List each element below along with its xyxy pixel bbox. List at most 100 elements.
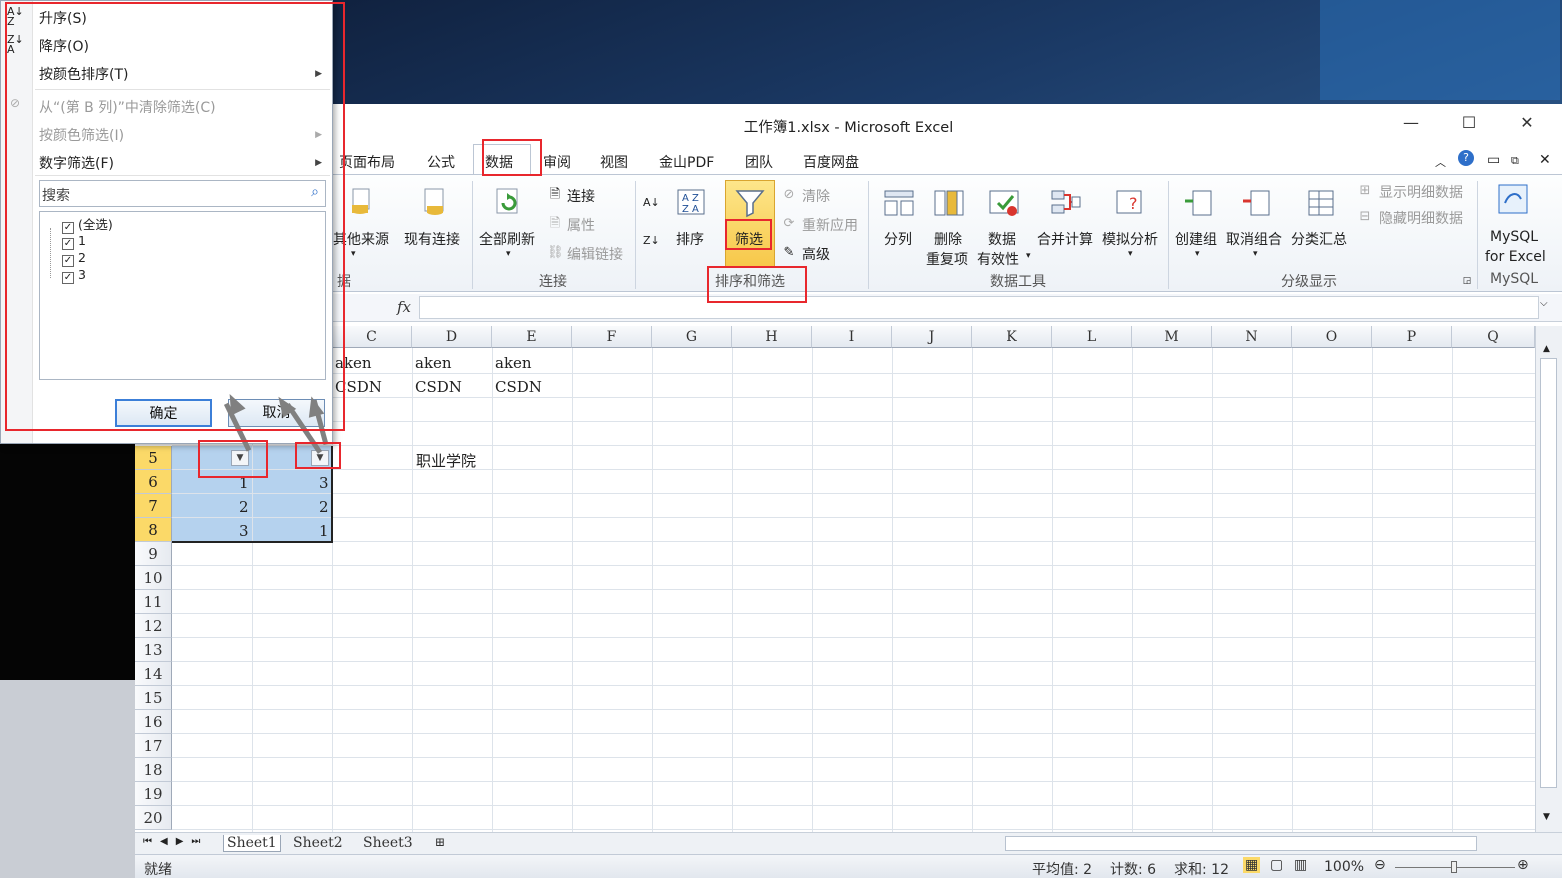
column-header-q[interactable]: Q <box>1452 326 1535 348</box>
zoom-in-icon[interactable]: ⊕ <box>1517 857 1529 873</box>
value-checkbox-1[interactable]: ✓ 1 <box>62 233 86 250</box>
tab-baidu-netdisk[interactable]: 百度网盘 <box>803 152 859 172</box>
search-field[interactable]: 搜索 ⌕ <box>39 180 326 207</box>
edit-links-button[interactable]: 编辑链接 <box>567 244 623 264</box>
column-header-e[interactable]: E <box>492 326 572 348</box>
sheet-nav-icons[interactable]: ⏮◀▶⏭ <box>143 836 208 847</box>
ok-button[interactable]: 确定 <box>115 399 212 427</box>
cell-d1[interactable]: aken <box>415 354 452 372</box>
value-checkbox-3[interactable]: ✓ 3 <box>62 267 86 284</box>
clear-filter-item[interactable]: 从“(第 B 列)”中清除筛选(C) <box>39 97 216 117</box>
data-validation-label-1[interactable]: 数据 <box>988 229 1016 249</box>
dropdown-icon[interactable]: ▾ <box>1128 249 1133 259</box>
row-header-14[interactable]: 14 <box>135 662 172 686</box>
mysql-for-excel-line2[interactable]: for Excel <box>1485 249 1546 265</box>
ungroup-button[interactable]: 取消组合 <box>1226 229 1282 249</box>
filter-by-color-item[interactable]: 按颜色筛选(I) <box>39 125 124 145</box>
what-if-analysis-button[interactable]: 模拟分析 <box>1102 229 1158 249</box>
cell-c2[interactable]: CSDN <box>335 378 382 396</box>
minimize-doc-icon[interactable]: ▭ <box>1487 152 1500 168</box>
column-header-h[interactable]: H <box>732 326 812 348</box>
column-header-f[interactable]: F <box>572 326 652 348</box>
sort-ascending-item[interactable]: 升序(S) <box>39 8 87 28</box>
column-header-k[interactable]: K <box>972 326 1052 348</box>
row-header-6[interactable]: 6 <box>135 470 172 494</box>
insert-sheet-icon[interactable]: ⊞ <box>435 835 445 849</box>
minimize-button[interactable]: — <box>1396 113 1426 135</box>
dropdown-icon[interactable]: ▾ <box>351 249 356 259</box>
maximize-button[interactable]: ☐ <box>1454 113 1484 135</box>
mysql-for-excel-button[interactable]: MySQL <box>1490 229 1538 245</box>
row-header-13[interactable]: 13 <box>135 638 172 662</box>
dialog-launcher-icon[interactable]: ◲ <box>1459 273 1475 289</box>
row-header-18[interactable]: 18 <box>135 758 172 782</box>
value-checkbox-2[interactable]: ✓ 2 <box>62 250 86 267</box>
sheet-tab-2[interactable]: Sheet2 <box>293 835 343 851</box>
sort-button[interactable]: 排序 <box>676 229 704 249</box>
close-button[interactable]: ✕ <box>1512 113 1542 135</box>
zoom-level[interactable]: 100% <box>1324 859 1364 875</box>
hide-detail-button[interactable]: 隐藏明细数据 <box>1379 208 1463 228</box>
dropdown-icon[interactable]: ▾ <box>1253 249 1258 259</box>
autofilter-dropdown-a[interactable]: ▼ <box>231 450 249 466</box>
column-header-d[interactable]: D <box>412 326 492 348</box>
cell-d2[interactable]: CSDN <box>415 378 462 396</box>
row-header-5[interactable]: 5 <box>135 446 172 470</box>
column-header-o[interactable]: O <box>1292 326 1372 348</box>
row-header-10[interactable]: 10 <box>135 566 172 590</box>
column-header-j[interactable]: J <box>892 326 972 348</box>
close-doc-icon[interactable]: ✕ <box>1539 152 1551 168</box>
collapse-ribbon-icon[interactable]: ︿ <box>1435 154 1446 170</box>
consolidate-button[interactable]: 合并计算 <box>1037 229 1093 249</box>
connections-button[interactable]: 连接 <box>567 186 595 206</box>
page-layout-view-icon[interactable]: ▢ <box>1270 857 1283 873</box>
column-header-i[interactable]: I <box>812 326 892 348</box>
tab-page-layout[interactable]: 页面布局 <box>339 152 395 172</box>
filter-button[interactable]: 筛选 <box>735 229 763 249</box>
remove-duplicates-label-1[interactable]: 删除 <box>934 229 962 249</box>
text-to-columns-button[interactable]: 分列 <box>884 229 912 249</box>
help-icon[interactable]: ? <box>1458 150 1474 166</box>
vertical-scrollbar[interactable]: ▲ ▼ <box>1535 326 1562 834</box>
dropdown-icon[interactable]: ▾ <box>1195 249 1200 259</box>
select-all-checkbox[interactable]: ✓ (全选) <box>62 214 113 234</box>
tab-review[interactable]: 审阅 <box>543 152 571 172</box>
zoom-out-icon[interactable]: ⊖ <box>1374 857 1386 873</box>
insert-function-icon[interactable]: fx <box>397 298 411 316</box>
clear-filter-button[interactable]: 清除 <box>802 186 830 206</box>
remove-duplicates-label-2[interactable]: 重复项 <box>926 249 968 269</box>
column-header-c[interactable]: C <box>332 326 412 348</box>
show-detail-button[interactable]: 显示明细数据 <box>1379 182 1463 202</box>
expand-formula-bar-icon[interactable]: ⌵ <box>1540 298 1548 309</box>
row-header-16[interactable]: 16 <box>135 710 172 734</box>
row-header-19[interactable]: 19 <box>135 782 172 806</box>
row-header-17[interactable]: 17 <box>135 734 172 758</box>
restore-doc-icon[interactable]: ⧉ <box>1511 154 1519 168</box>
cell-d5[interactable]: 职业学院 <box>416 450 476 471</box>
existing-connections-button[interactable]: 现有连接 <box>404 229 460 249</box>
column-header-p[interactable]: P <box>1372 326 1452 348</box>
other-sources-button[interactable]: 其他来源 <box>333 229 389 249</box>
properties-button[interactable]: 属性 <box>567 215 595 235</box>
scroll-down-icon[interactable]: ▼ <box>1543 812 1550 822</box>
sort-asc-icon[interactable]: A↓ <box>643 195 660 211</box>
number-filters-item[interactable]: 数字筛选(F) <box>39 153 114 173</box>
row-header-15[interactable]: 15 <box>135 686 172 710</box>
sheet-tab-1[interactable]: Sheet1 <box>223 835 281 852</box>
tab-data[interactable]: 数据 <box>485 152 513 172</box>
tab-jinshan-pdf[interactable]: 金山PDF <box>659 152 714 172</box>
dropdown-icon[interactable]: ▾ <box>1026 251 1031 261</box>
column-header-n[interactable]: N <box>1212 326 1292 348</box>
reapply-button[interactable]: 重新应用 <box>802 215 858 235</box>
sort-descending-item[interactable]: 降序(O) <box>39 36 89 56</box>
row-header-9[interactable]: 9 <box>135 542 172 566</box>
column-header-l[interactable]: L <box>1052 326 1132 348</box>
row-header-8[interactable]: 8 <box>135 518 172 542</box>
cell-e2[interactable]: CSDN <box>495 378 542 396</box>
tab-formulas[interactable]: 公式 <box>427 152 455 172</box>
formula-input[interactable] <box>419 296 1539 319</box>
refresh-all-button[interactable]: 全部刷新 <box>479 229 535 249</box>
scroll-thumb[interactable] <box>1540 358 1557 788</box>
dropdown-icon[interactable]: ▾ <box>506 249 511 259</box>
scroll-up-icon[interactable]: ▲ <box>1543 344 1550 354</box>
